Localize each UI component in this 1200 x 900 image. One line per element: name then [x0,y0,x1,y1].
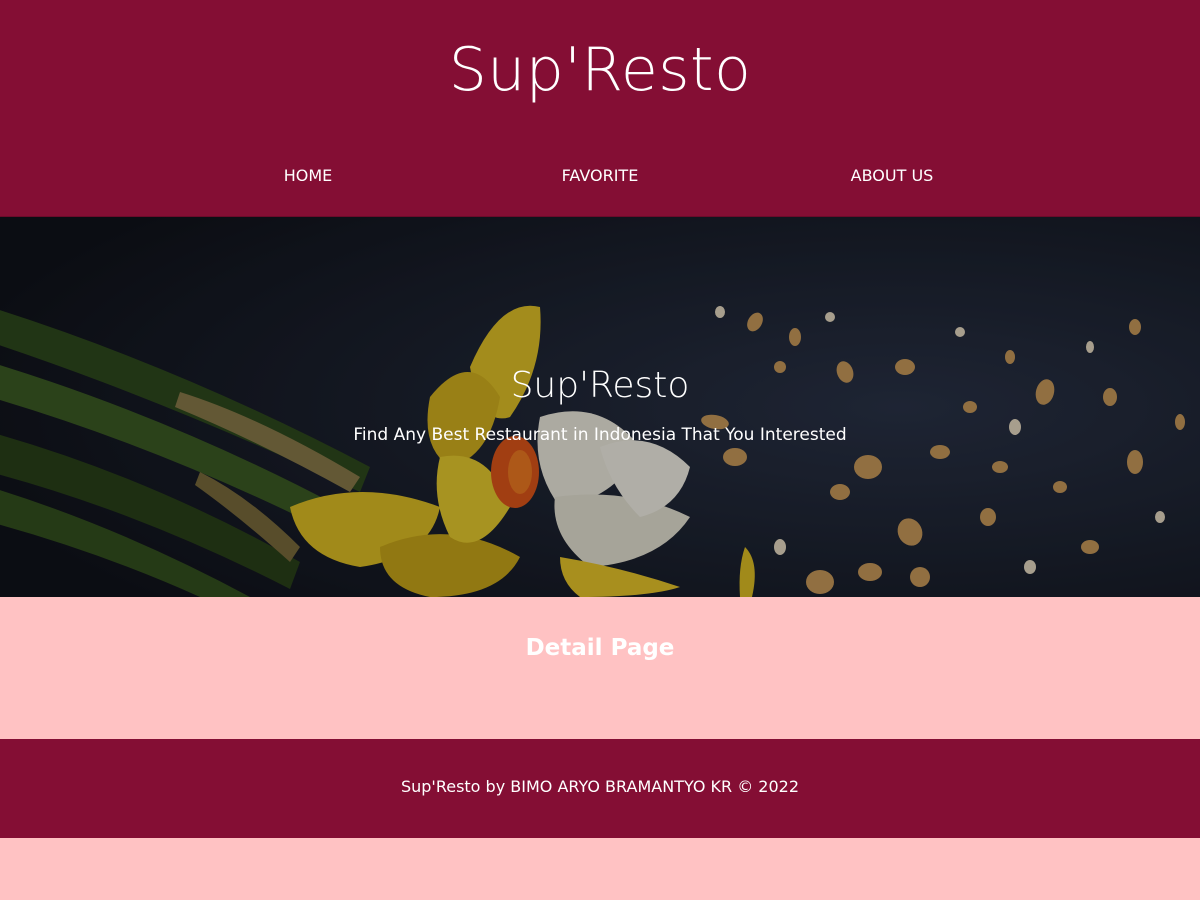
page-bottom [0,838,1200,899]
hero-banner: Sup'Resto Find Any Best Restaurant in In… [0,217,1200,597]
main-nav: HOME FAVORITE ABOUT US [0,156,1200,196]
app-footer: Sup'Resto by BIMO ARYO BRAMANTYO KR © 20… [0,739,1200,838]
hero-title: Sup'Resto [510,365,690,406]
page-heading: Detail Page [525,635,675,661]
brand-title: Sup'Resto [448,35,752,105]
nav-about-link[interactable]: ABOUT US [792,156,992,196]
app-header: Sup'Resto HOME FAVORITE ABOUT US [0,0,1200,217]
nav-home-link[interactable]: HOME [208,156,408,196]
hero-tagline: Find Any Best Restaurant in Indonesia Th… [353,425,847,445]
nav-favorite-link[interactable]: FAVORITE [500,156,700,196]
hero-overlay [0,217,1200,597]
footer-text: Sup'Resto by BIMO ARYO BRAMANTYO KR © 20… [400,777,800,796]
main-content: Detail Page [0,597,1200,739]
